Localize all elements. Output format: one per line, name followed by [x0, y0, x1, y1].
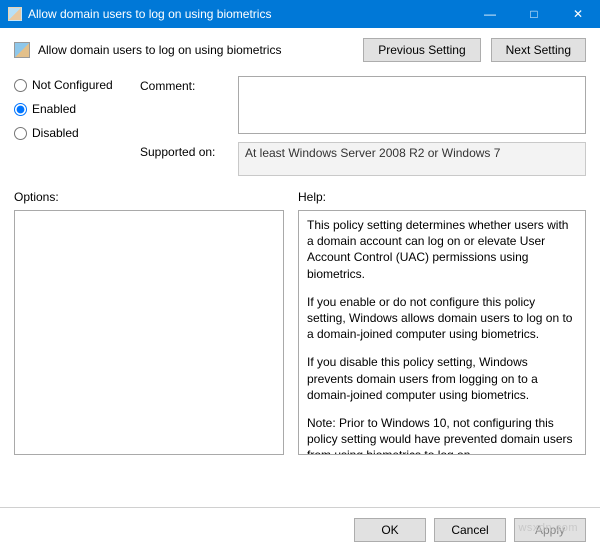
radio-not-configured-label: Not Configured: [32, 78, 113, 92]
help-label: Help:: [298, 190, 586, 204]
options-label: Options:: [14, 190, 284, 204]
help-paragraph: If you enable or do not configure this p…: [307, 294, 577, 343]
radio-disabled-label: Disabled: [32, 126, 79, 140]
apply-button[interactable]: Apply: [514, 518, 586, 542]
radio-disabled-input[interactable]: [14, 127, 27, 140]
supported-on-label: Supported on:: [140, 142, 232, 159]
supported-on-text: At least Windows Server 2008 R2 or Windo…: [238, 142, 586, 176]
help-paragraph: If you disable this policy setting, Wind…: [307, 354, 577, 403]
comment-label: Comment:: [140, 76, 232, 93]
radio-not-configured-input[interactable]: [14, 79, 27, 92]
state-radio-group: Not Configured Enabled Disabled: [14, 76, 134, 140]
options-panel[interactable]: [14, 210, 284, 455]
window-title: Allow domain users to log on using biome…: [28, 7, 271, 21]
radio-enabled[interactable]: Enabled: [14, 102, 134, 116]
titlebar: Allow domain users to log on using biome…: [0, 0, 600, 28]
minimize-button[interactable]: —: [468, 0, 512, 28]
help-paragraph: Note: Prior to Windows 10, not configuri…: [307, 415, 577, 455]
radio-not-configured[interactable]: Not Configured: [14, 78, 134, 92]
close-button[interactable]: ✕: [556, 0, 600, 28]
cancel-button[interactable]: Cancel: [434, 518, 506, 542]
help-paragraph: This policy setting determines whether u…: [307, 217, 577, 282]
ok-button[interactable]: OK: [354, 518, 426, 542]
policy-title: Allow domain users to log on using biome…: [38, 43, 281, 57]
comment-textarea[interactable]: [238, 76, 586, 134]
policy-icon: [14, 42, 30, 58]
dialog-footer: OK Cancel Apply: [0, 507, 600, 548]
radio-enabled-input[interactable]: [14, 103, 27, 116]
radio-disabled[interactable]: Disabled: [14, 126, 134, 140]
help-panel[interactable]: This policy setting determines whether u…: [298, 210, 586, 455]
policy-icon: [8, 7, 22, 21]
next-setting-button[interactable]: Next Setting: [491, 38, 586, 62]
window-controls: — □ ✕: [468, 0, 600, 28]
radio-enabled-label: Enabled: [32, 102, 76, 116]
previous-setting-button[interactable]: Previous Setting: [363, 38, 480, 62]
maximize-button[interactable]: □: [512, 0, 556, 28]
